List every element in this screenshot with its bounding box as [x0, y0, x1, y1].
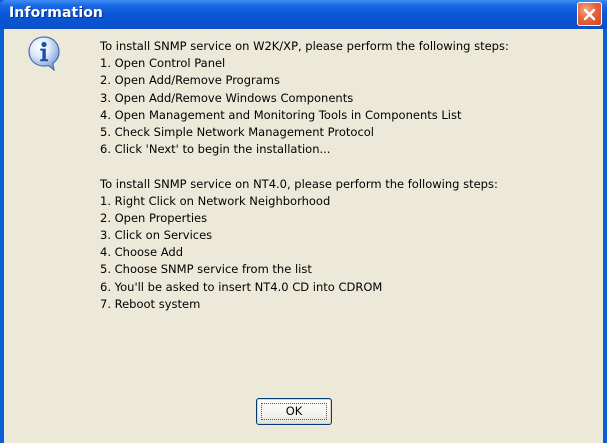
message-line: 2. Open Add/Remove Programs: [100, 73, 280, 88]
ok-button[interactable]: OK: [256, 398, 332, 425]
message-line: 1. Right Click on Network Neighborhood: [100, 193, 331, 208]
information-dialog: Information To install SNMP service on W…: [0, 0, 607, 443]
message-line: 6. Click 'Next' to begin the installatio…: [100, 142, 331, 157]
message-line: 4. Open Management and Monitoring Tools …: [100, 107, 462, 122]
message-line: 2. Open Properties: [100, 210, 208, 225]
info-icon: [28, 36, 60, 71]
message-line: 3. Click on Services: [100, 228, 213, 243]
message-line: To install SNMP service on NT4.0, please…: [100, 176, 498, 191]
message-line: 7. Reboot system: [100, 296, 201, 311]
ok-button-label: OK: [285, 404, 303, 418]
message-line: 4. Choose Add: [100, 245, 184, 260]
message-line: 3. Open Add/Remove Windows Components: [100, 90, 354, 105]
message-line: 5. Check Simple Network Management Proto…: [100, 124, 375, 139]
message-line: 6. You'll be asked to insert NT4.0 CD in…: [100, 279, 383, 294]
message-line: To install SNMP service on W2K/XP, pleas…: [100, 39, 509, 53]
dialog-title: Information: [9, 5, 104, 21]
title-bar[interactable]: Information: [0, 0, 607, 29]
message-line: 1. Open Control Panel: [100, 56, 226, 71]
message-text: To install SNMP service on W2K/XP, pleas…: [100, 38, 595, 313]
message-line: 5. Choose SNMP service from the list: [100, 262, 312, 277]
close-icon: [583, 8, 596, 21]
close-button[interactable]: [577, 2, 602, 26]
